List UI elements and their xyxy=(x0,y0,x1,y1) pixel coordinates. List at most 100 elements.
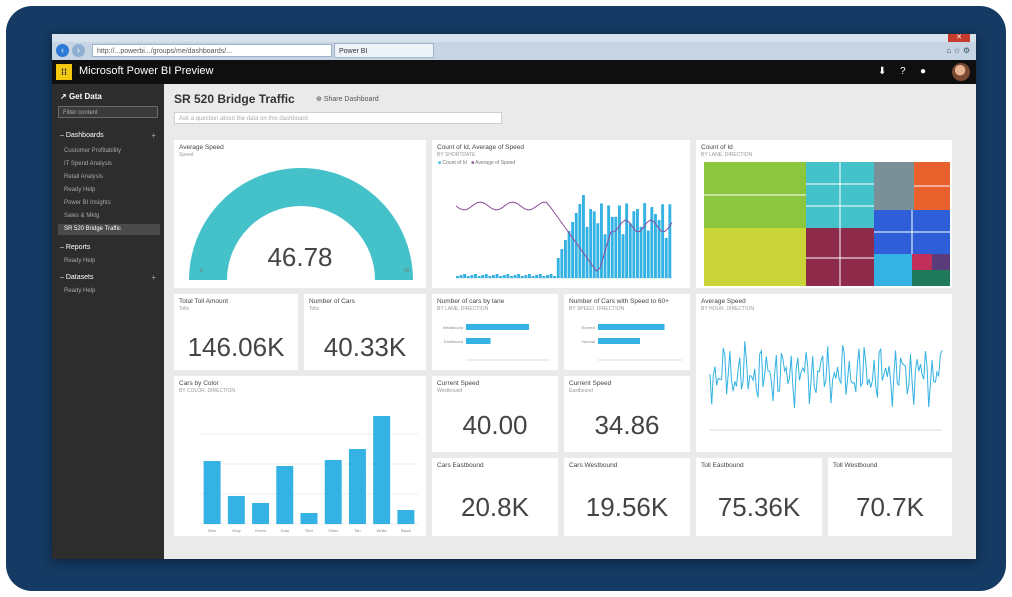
sidebar-section-reports[interactable]: – Reports xyxy=(60,244,90,251)
sidebar-item-dashboard[interactable]: Ready Help xyxy=(64,185,160,196)
bar xyxy=(300,513,318,524)
combo-bar xyxy=(495,274,499,278)
combo-bar xyxy=(610,216,614,278)
combo-bar xyxy=(618,205,621,278)
combo-bar xyxy=(456,276,459,278)
bar xyxy=(276,466,294,524)
tick-label: Gray xyxy=(232,528,241,533)
tile-cars-westbound[interactable]: Cars Westbound 19.56K xyxy=(564,458,690,536)
tick-label: White xyxy=(377,528,388,533)
hbar-chart: Westbound Eastbound xyxy=(443,324,550,361)
combo-bar xyxy=(502,275,506,278)
kpi-value: 146.06K xyxy=(187,332,285,362)
line-chart xyxy=(709,341,943,431)
combo-bar xyxy=(546,275,549,278)
combo-chart xyxy=(455,195,673,279)
help-icon[interactable]: ? xyxy=(900,66,906,77)
forward-icon[interactable]: › xyxy=(72,44,85,57)
app-launcher-icon[interactable]: ⁞⁞ xyxy=(56,64,72,80)
tile-toll-eastbound[interactable]: Toll Eastbound 75.36K xyxy=(696,458,822,536)
download-icon[interactable]: ⬇ xyxy=(878,66,886,77)
combo-bar xyxy=(560,249,564,278)
combo-bar xyxy=(524,275,528,278)
combo-bar xyxy=(650,207,654,278)
combo-bar xyxy=(574,213,578,278)
combo-bar xyxy=(625,203,629,278)
sidebar-item-dashboard-active[interactable]: SR 520 Bridge Traffic xyxy=(58,224,160,235)
sidebar-item-dataset[interactable]: Ready Help xyxy=(64,286,160,297)
tile-subtitle: Tolls xyxy=(179,306,190,312)
tile-count-treemap[interactable]: Count of Id BY LANE, DIRECTION xyxy=(696,140,952,288)
sidebar-search-input[interactable]: Filter content xyxy=(58,106,158,118)
sidebar-item-dashboard[interactable]: Retail Analysis xyxy=(64,172,160,183)
combo-bar xyxy=(553,276,557,278)
combo-bar xyxy=(535,275,539,278)
combo-bar xyxy=(567,231,571,278)
category-label: Eastbound xyxy=(444,339,463,344)
avatar[interactable] xyxy=(952,63,970,81)
sidebar-item-dashboard[interactable]: Customer Profitability xyxy=(64,146,160,157)
bar xyxy=(252,503,270,524)
tile-total-toll[interactable]: Total Toll Amount Tolls 146.06K xyxy=(174,294,298,370)
tile-current-speed-westbound[interactable]: Current Speed Westbound 40.00 xyxy=(432,376,558,452)
tile-title: Cars Eastbound xyxy=(437,462,484,469)
browser-tab[interactable]: Power BI xyxy=(334,43,434,58)
sidebar-item-dashboard[interactable]: Sales & Mktg xyxy=(64,211,160,222)
add-dataset-icon[interactable]: + xyxy=(151,273,156,282)
treemap-cell xyxy=(874,254,912,286)
browser-chrome: ✕ ‹ › http://...powerbi.../groups/me/das… xyxy=(52,34,976,60)
close-window-button[interactable]: ✕ xyxy=(948,34,970,42)
tile-count-vs-speed[interactable]: Count of Id, Average of Speed BY SHORTDA… xyxy=(432,140,690,288)
kpi-value: 40.00 xyxy=(462,410,528,440)
sidebar-section-datasets[interactable]: – Datasets xyxy=(60,274,93,281)
add-dashboard-icon[interactable]: + xyxy=(151,131,156,140)
tile-subtitle: Tolls xyxy=(309,306,320,312)
combo-bar xyxy=(470,275,474,278)
kpi-value: 20.8K xyxy=(461,492,529,522)
window-titlebar xyxy=(52,34,976,42)
sidebar-item-dashboard[interactable]: IT Spend Analysis xyxy=(64,159,160,170)
bar xyxy=(227,496,245,524)
get-data-label: Get Data xyxy=(68,92,102,101)
category-label: Normal xyxy=(582,339,595,344)
sidebar-section-dashboards[interactable]: – Dashboards xyxy=(60,132,104,139)
combo-bar xyxy=(628,223,632,278)
get-data-button[interactable]: ↗ Get Data xyxy=(60,92,102,101)
tile-cars-by-color[interactable]: Cars by Color BY COLOR, DIRECTION Blue Gr… xyxy=(174,376,426,536)
tile-cars-eastbound[interactable]: Cars Eastbound 20.8K xyxy=(432,458,558,536)
tile-average-speed[interactable]: Average Speed Speed 46.78 0 60 xyxy=(174,140,426,288)
bar xyxy=(397,510,415,524)
combo-bar xyxy=(582,195,585,278)
address-bar[interactable]: http://...powerbi.../groups/me/dashboard… xyxy=(92,44,332,57)
share-dashboard-button[interactable]: ⊕ Share Dashboard xyxy=(316,95,379,103)
bar xyxy=(466,338,491,344)
combo-bar xyxy=(538,274,542,278)
treemap-chart xyxy=(704,162,950,286)
combo-bar xyxy=(585,226,589,278)
sidebar-item-dashboard[interactable]: Power BI Insights xyxy=(64,198,160,209)
tile-title: Cars Westbound xyxy=(569,462,618,469)
bar xyxy=(324,460,342,524)
tile-cars-by-lane[interactable]: Number of cars by lane BY LANE, DIRECTIO… xyxy=(432,294,558,370)
kpi-value: 19.56K xyxy=(585,492,669,522)
combo-bar xyxy=(499,276,503,278)
combo-bar xyxy=(466,276,470,278)
tile-toll-westbound[interactable]: Toll Westbound 70.7K xyxy=(828,458,952,536)
combo-bar xyxy=(506,274,510,278)
sidebar-item-report[interactable]: Ready Help xyxy=(64,256,160,267)
tile-cars-speed[interactable]: Number of Cars with Speed to 60+ BY SPEE… xyxy=(564,294,690,370)
tile-current-speed-eastbound[interactable]: Current Speed Eastbound 34.86 xyxy=(564,376,690,452)
treemap-cell xyxy=(912,254,932,270)
tile-number-of-cars[interactable]: Number of Cars Tolls 40.33K xyxy=(304,294,426,370)
qa-input[interactable]: Ask a question about the data on this da… xyxy=(174,112,502,124)
combo-bar xyxy=(578,204,582,278)
category-label: Westbound xyxy=(443,325,463,330)
combo-bar xyxy=(484,274,488,278)
tile-title: Total Toll Amount xyxy=(179,298,229,305)
settings-icon[interactable]: ● xyxy=(920,66,926,77)
tile-average-speed-line[interactable]: Average Speed BY HOUR, DIRECTION xyxy=(696,294,952,452)
bar xyxy=(598,338,640,344)
tick-label: Red xyxy=(305,528,312,533)
back-icon[interactable]: ‹ xyxy=(56,44,69,57)
browser-tools-icon[interactable]: ⌂ ☆ ⚙ xyxy=(946,46,970,55)
